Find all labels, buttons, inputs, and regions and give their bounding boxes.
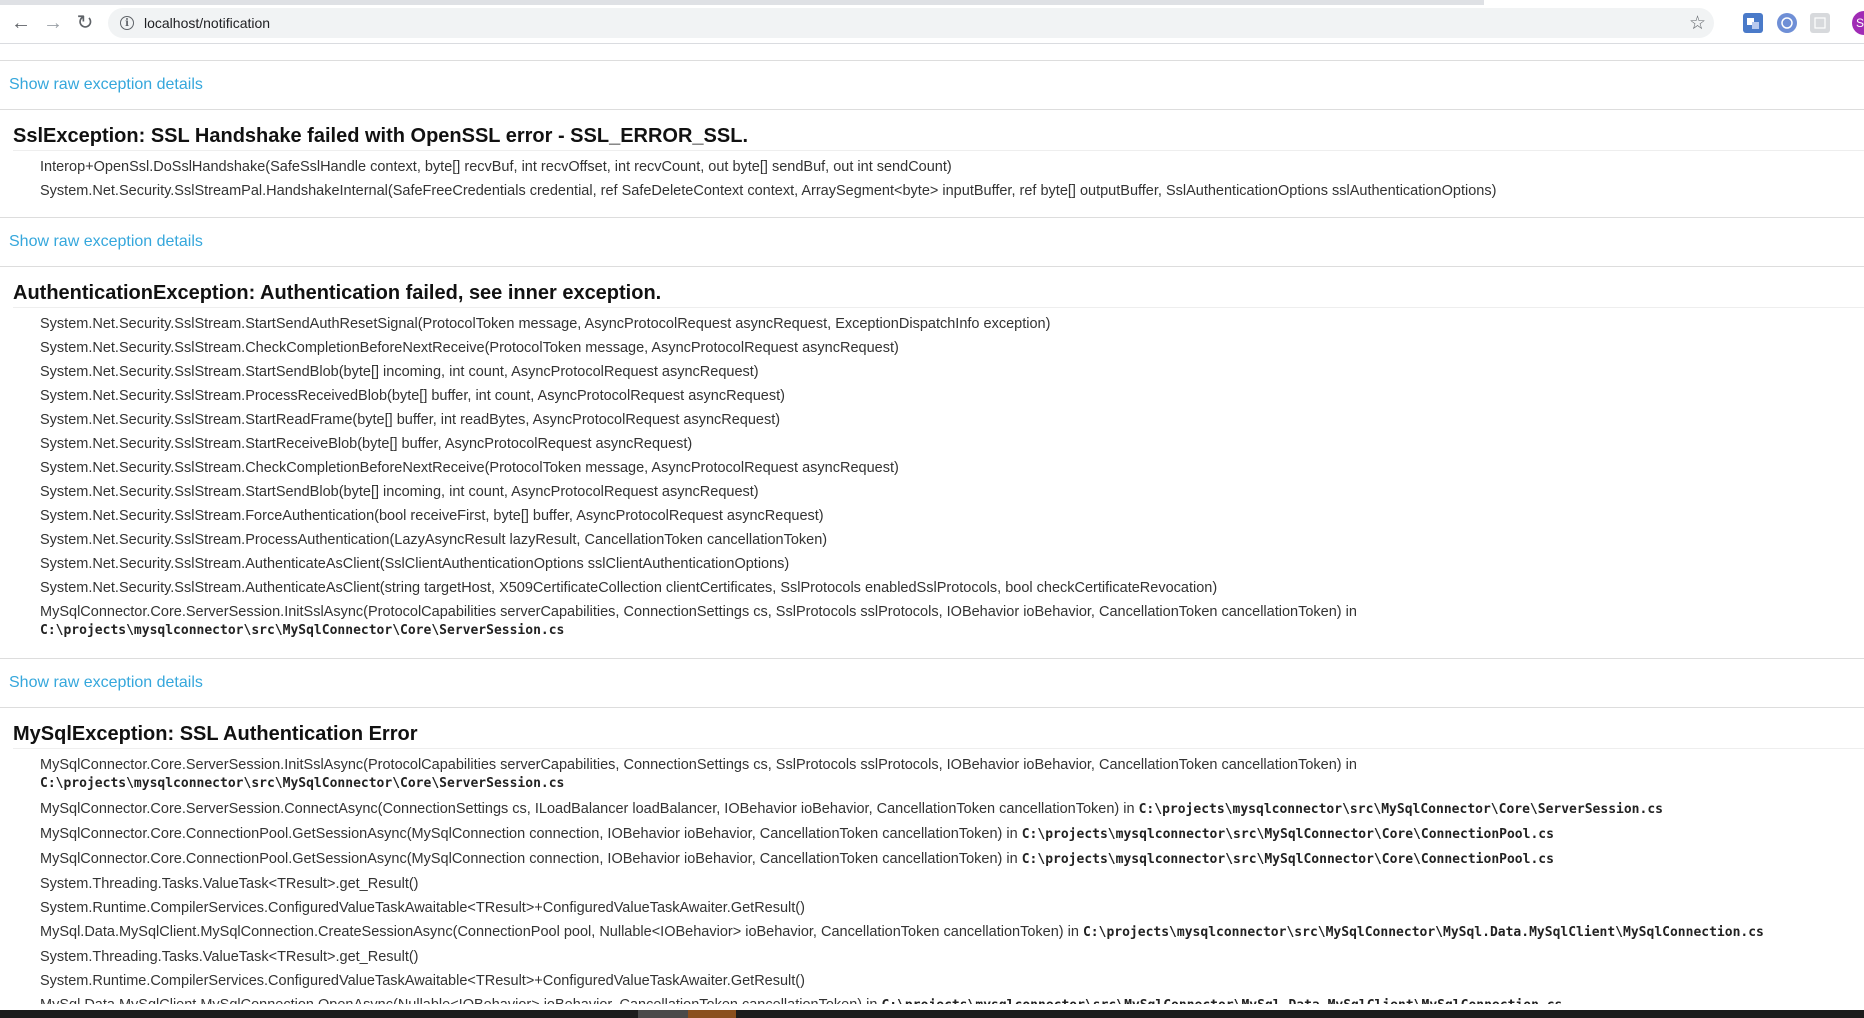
exception-block: MySqlException: SSL Authentication Error…: [0, 708, 1864, 1004]
browser-toolbar: ← → ↻ i localhost/notification ☆ S: [0, 0, 1864, 44]
frame-method: System.Net.Security.SslStream.StartSendB…: [40, 484, 759, 500]
frame-source-path: C:\projects\mysqlconnector\src\MySqlConn…: [40, 776, 565, 791]
show-raw-exception-link[interactable]: Show raw exception details: [0, 61, 1864, 110]
stack-frame: System.Net.Security.SslStream.Authentica…: [40, 552, 1864, 576]
frame-method: MySqlConnector.Core.ConnectionPool.GetSe…: [40, 826, 1018, 842]
frame-method: System.Net.Security.SslStream.StartReadF…: [40, 412, 781, 428]
frame-method: System.Net.Security.SslStream.Authentica…: [40, 556, 790, 572]
frame-method: System.Net.Security.SslStream.ProcessRec…: [40, 388, 785, 404]
reload-icon[interactable]: ↻: [72, 10, 98, 36]
help-icon[interactable]: [1777, 13, 1797, 33]
frame-method: MySqlConnector.Core.ServerSession.InitSs…: [40, 604, 1357, 620]
frame-source-path: C:\projects\mysqlconnector\src\MySqlConn…: [1021, 852, 1554, 867]
frame-method: System.Net.Security.SslStream.CheckCompl…: [40, 340, 899, 356]
stack-frame: System.Net.Security.SslStream.StartSendA…: [40, 312, 1864, 336]
stack-frame: System.Net.Security.SslStream.ForceAuthe…: [40, 504, 1864, 528]
taskbar-app-active[interactable]: [688, 1010, 736, 1018]
show-raw-exception-link[interactable]: Show raw exception details: [0, 659, 1864, 708]
frame-method: System.Net.Security.SslStream.StartRecei…: [40, 436, 693, 452]
stack-frames: Interop+OpenSsl.DoSslHandshake(SafeSslHa…: [0, 155, 1864, 203]
divider: [0, 44, 1864, 61]
stack-frame: MySqlConnector.Core.ConnectionPool.GetSe…: [40, 847, 1864, 872]
stack-frames: MySqlConnector.Core.ServerSession.InitSs…: [0, 753, 1864, 1004]
frame-method: MySql.Data.MySqlClient.MySqlConnection.C…: [40, 924, 1079, 940]
frame-method: Interop+OpenSsl.DoSslHandshake(SafeSslHa…: [40, 159, 952, 175]
forward-icon[interactable]: →: [40, 10, 66, 36]
stack-frame: System.Net.Security.SslStream.CheckCompl…: [40, 456, 1864, 480]
frame-method: MySqlConnector.Core.ServerSession.Connec…: [40, 801, 1135, 817]
stack-frame: MySqlConnector.Core.ServerSession.InitSs…: [40, 600, 1864, 640]
stack-frame: System.Net.Security.SslStream.StartSendB…: [40, 480, 1864, 504]
address-bar[interactable]: i localhost/notification ☆: [108, 8, 1714, 38]
stack-frame: MySqlConnector.Core.ServerSession.InitSs…: [40, 753, 1864, 793]
frame-source-path: C:\projects\mysqlconnector\src\MySqlConn…: [40, 623, 565, 638]
stack-frame: MySqlConnector.Core.ConnectionPool.GetSe…: [40, 822, 1864, 847]
frame-method: System.Net.Security.SslStream.StartSendA…: [40, 316, 1051, 332]
taskbar: [0, 1010, 1864, 1018]
frame-source-path: C:\projects\mysqlconnector\src\MySqlConn…: [1138, 802, 1663, 817]
back-icon[interactable]: ←: [8, 10, 34, 36]
frame-method: MySqlConnector.Core.ServerSession.InitSs…: [40, 757, 1357, 773]
star-icon[interactable]: ☆: [1689, 12, 1706, 35]
frame-source-path: C:\projects\mysqlconnector\src\MySqlConn…: [881, 998, 1562, 1004]
frame-source-path: C:\projects\mysqlconnector\src\MySqlConn…: [1021, 827, 1554, 842]
loading-bar: [0, 0, 1484, 5]
frame-method: System.Runtime.CompilerServices.Configur…: [40, 973, 805, 989]
stack-frame: System.Net.Security.SslStreamPal.Handsha…: [40, 179, 1864, 203]
stack-frame: System.Runtime.CompilerServices.Configur…: [40, 896, 1864, 920]
exception-title: MySqlException: SSL Authentication Error: [13, 720, 1864, 749]
frame-method: System.Net.Security.SslStream.CheckCompl…: [40, 460, 899, 476]
url-text[interactable]: localhost/notification: [144, 15, 270, 31]
stack-frame: System.Net.Security.SslStream.Authentica…: [40, 576, 1864, 600]
exception-title: SslException: SSL Handshake failed with …: [13, 122, 1864, 151]
exception-block: AuthenticationException: Authentication …: [0, 267, 1864, 659]
frame-method: System.Threading.Tasks.ValueTask<TResult…: [40, 876, 419, 892]
exception-title: AuthenticationException: Authentication …: [13, 279, 1864, 308]
stack-frame: MySqlConnector.Core.ServerSession.Connec…: [40, 797, 1864, 822]
frame-method: System.Net.Security.SslStreamPal.Handsha…: [40, 183, 1497, 199]
frame-source-path: C:\projects\mysqlconnector\src\MySqlConn…: [1082, 925, 1764, 940]
frame-method: System.Net.Security.SslStream.ProcessAut…: [40, 532, 828, 548]
stack-frame: MySql.Data.MySqlClient.MySqlConnection.O…: [40, 993, 1864, 1004]
stack-frame: System.Net.Security.SslStream.StartSendB…: [40, 360, 1864, 384]
stack-frame: System.Runtime.CompilerServices.Configur…: [40, 969, 1864, 993]
stack-frame: System.Net.Security.SslStream.StartRecei…: [40, 432, 1864, 456]
stack-frames: System.Net.Security.SslStream.StartSendA…: [0, 312, 1864, 640]
frame-method: System.Net.Security.SslStream.ForceAuthe…: [40, 508, 824, 524]
stack-frame: System.Net.Security.SslStream.StartReadF…: [40, 408, 1864, 432]
frame-method: MySqlConnector.Core.ConnectionPool.GetSe…: [40, 851, 1018, 867]
extension-icon[interactable]: [1810, 13, 1830, 33]
stack-frame: MySql.Data.MySqlClient.MySqlConnection.C…: [40, 920, 1864, 945]
frame-method: System.Net.Security.SslStream.StartSendB…: [40, 364, 759, 380]
frame-method: MySql.Data.MySqlClient.MySqlConnection.O…: [40, 997, 877, 1004]
exception-block: SslException: SSL Handshake failed with …: [0, 110, 1864, 218]
frame-method: System.Threading.Tasks.ValueTask<TResult…: [40, 949, 419, 965]
show-raw-exception-link[interactable]: Show raw exception details: [0, 218, 1864, 267]
frame-method: System.Net.Security.SslStream.Authentica…: [40, 580, 1218, 596]
exception-list: Show raw exception details SslException: …: [0, 61, 1864, 1004]
stack-frame: Interop+OpenSsl.DoSslHandshake(SafeSslHa…: [40, 155, 1864, 179]
translate-icon[interactable]: [1743, 13, 1763, 33]
stack-frame: System.Threading.Tasks.ValueTask<TResult…: [40, 945, 1864, 969]
taskbar-app[interactable]: [638, 1010, 688, 1018]
stack-frame: System.Net.Security.SslStream.ProcessAut…: [40, 528, 1864, 552]
info-icon[interactable]: i: [120, 16, 134, 30]
error-page: Show raw exception details SslException: …: [0, 44, 1864, 1004]
stack-frame: System.Net.Security.SslStream.CheckCompl…: [40, 336, 1864, 360]
stack-frame: System.Threading.Tasks.ValueTask<TResult…: [40, 872, 1864, 896]
avatar[interactable]: S: [1852, 11, 1864, 35]
stack-frame: System.Net.Security.SslStream.ProcessRec…: [40, 384, 1864, 408]
frame-method: System.Runtime.CompilerServices.Configur…: [40, 900, 805, 916]
